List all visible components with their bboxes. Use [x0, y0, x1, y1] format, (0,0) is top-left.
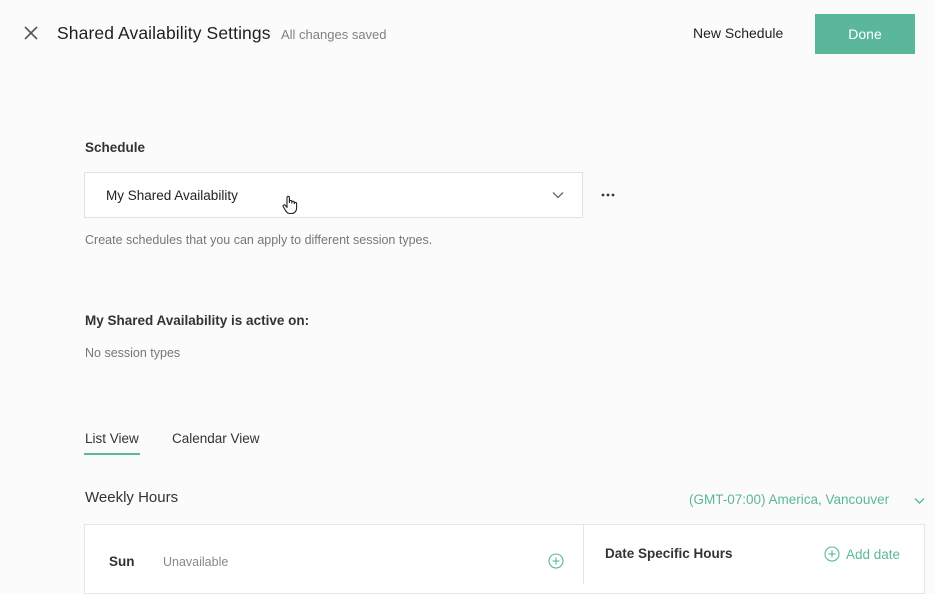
- hand-cursor-icon: [282, 195, 298, 215]
- add-date-label: Add date: [846, 546, 901, 562]
- plus-circle-icon: [824, 546, 840, 562]
- tab-list-view[interactable]: List View: [85, 431, 139, 446]
- day-label: Sun: [109, 554, 135, 569]
- add-date-button[interactable]: Add date: [824, 545, 900, 563]
- date-specific-hours-title: Date Specific Hours: [605, 546, 733, 561]
- schedule-select-value: My Shared Availability: [106, 188, 238, 203]
- schedule-select[interactable]: My Shared Availability: [84, 172, 583, 218]
- close-icon[interactable]: [20, 22, 42, 44]
- save-status: All changes saved: [281, 27, 387, 42]
- active-on-value: No session types: [85, 346, 181, 360]
- chevron-down-icon[interactable]: [914, 497, 925, 505]
- page-title: Shared Availability Settings: [57, 23, 271, 43]
- active-on-label: My Shared Availability is active on:: [85, 313, 310, 328]
- active-tab-indicator: [84, 453, 140, 455]
- schedule-helper-text: Create schedules that you can apply to d…: [85, 233, 433, 247]
- more-options-icon[interactable]: [598, 186, 618, 204]
- new-schedule-button[interactable]: New Schedule: [693, 25, 783, 41]
- chevron-down-icon: [552, 192, 564, 199]
- tab-calendar-view[interactable]: Calendar View: [172, 431, 260, 446]
- done-button[interactable]: Done: [815, 14, 915, 54]
- weekly-hours-title: Weekly Hours: [85, 489, 179, 506]
- timezone-select[interactable]: (GMT-07:00) America, Vancouver: [689, 492, 889, 507]
- add-hours-icon[interactable]: [548, 553, 564, 569]
- card-divider: [583, 524, 584, 584]
- day-status: Unavailable: [163, 555, 229, 569]
- schedule-label: Schedule: [85, 140, 146, 155]
